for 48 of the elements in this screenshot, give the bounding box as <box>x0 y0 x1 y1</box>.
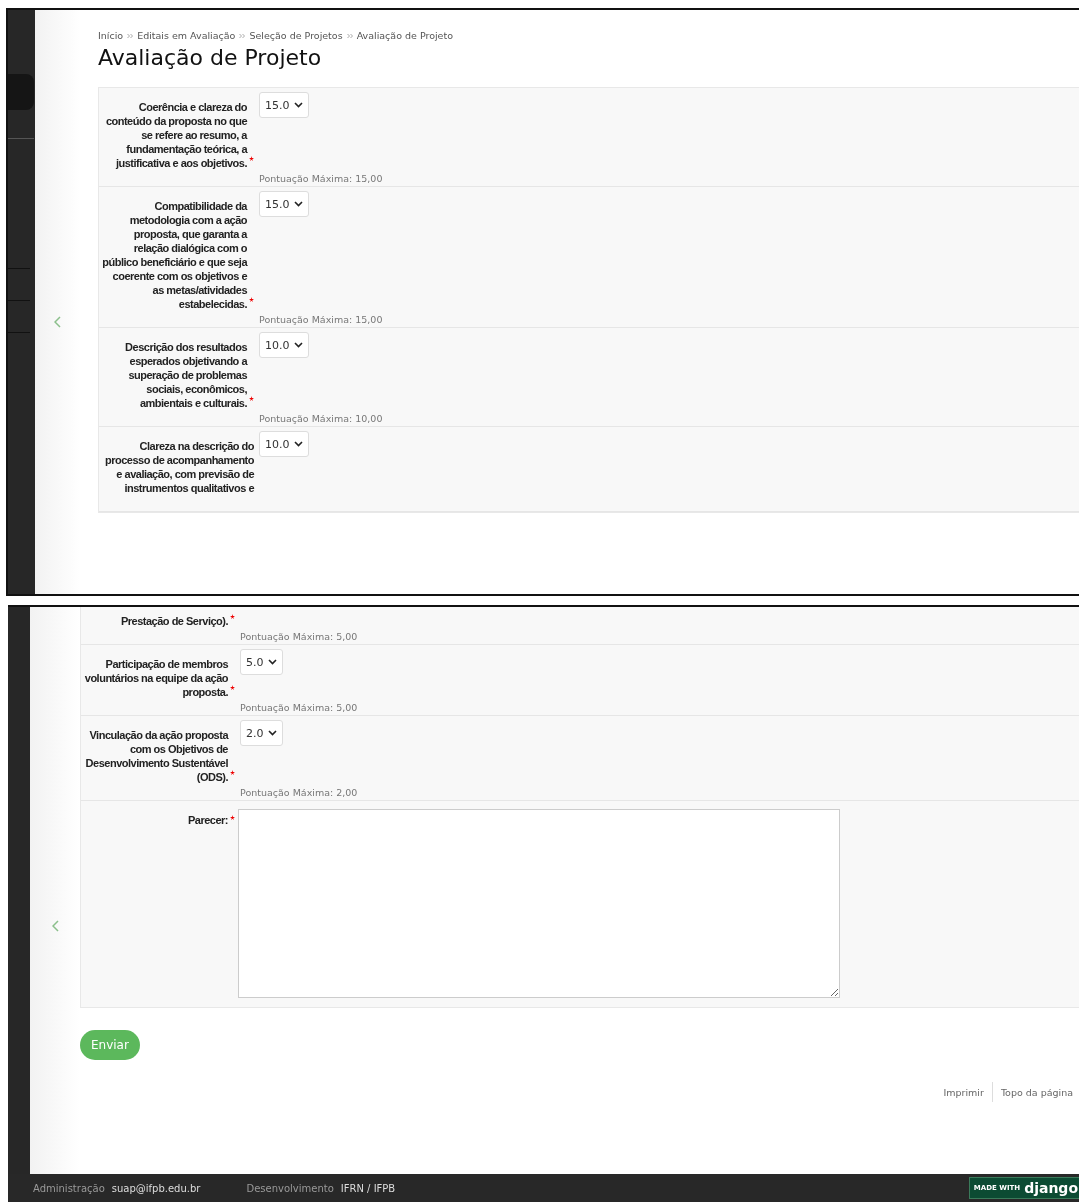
footer-value[interactable]: suap@ifpb.edu.br <box>111 1182 201 1194</box>
required-icon <box>249 297 254 302</box>
footer-label: Administração <box>33 1182 105 1194</box>
required-icon <box>230 685 235 690</box>
required-icon <box>249 396 254 401</box>
breadcrumb-link[interactable]: Seleção de Projetos <box>249 30 343 41</box>
required-icon <box>249 156 254 161</box>
max-score-text: Pontuação Máxima: 5,00 <box>240 702 358 713</box>
double-chevron-icon <box>239 32 246 39</box>
chevron-down-icon <box>293 342 303 348</box>
score-select[interactable]: 10.0 <box>259 431 309 457</box>
max-score-text: Pontuação Máxima: 15,00 <box>259 173 383 184</box>
footer-label: Desenvolvimento <box>246 1182 334 1194</box>
max-score-text: Pontuação Máxima: 5,00 <box>240 631 358 642</box>
chevron-down-icon <box>293 201 303 207</box>
field-label: Prestação de Serviço). <box>121 614 228 628</box>
double-chevron-icon <box>127 32 134 39</box>
breadcrumb-link[interactable]: Início <box>98 30 124 41</box>
score-select[interactable]: 5.0 <box>240 649 283 675</box>
chevron-down-icon <box>267 730 277 736</box>
chevron-left-icon[interactable] <box>54 316 61 328</box>
chevron-left-icon[interactable] <box>51 919 59 932</box>
page-title: Avaliação de Projeto <box>98 45 323 70</box>
field-label: Clareza na descrição do processo de acompanhamento e avaliação, com previsão de instrumentos qualitativos e <box>104 439 254 495</box>
field-label: Participação de membros voluntários na equipe da ação proposta. <box>83 657 228 699</box>
field-label: Descrição dos resultados esperados objetivando a superação de problemas sociais, econômicos, ambientais e culturais. <box>124 340 247 410</box>
double-chevron-icon <box>346 32 353 39</box>
score-select[interactable]: 10.0 <box>259 332 309 358</box>
chevron-down-icon <box>293 441 303 447</box>
required-icon <box>230 770 235 775</box>
field-label: Compatibilidade da metodologia com a ação proposta, que garanta a relação dialógica com o público beneficiário e que seja coerente com os objetivos e as metas/atividades estabelecidas. <box>101 199 247 311</box>
required-icon <box>230 815 235 820</box>
breadcrumb-link[interactable]: Editais em Avaliação <box>137 30 236 41</box>
field-label: Vinculação da ação proposta com os Objetivos de Desenvolvimento Sustentável (ODS). <box>84 728 228 784</box>
chevron-down-icon <box>293 102 303 108</box>
footer-value[interactable]: IFRN / IFPB <box>340 1182 396 1194</box>
required-icon <box>230 614 235 619</box>
max-score-text: Pontuação Máxima: 15,00 <box>259 314 383 325</box>
max-score-text: Pontuação Máxima: 2,00 <box>240 787 358 798</box>
score-select[interactable]: 15.0 <box>259 92 309 118</box>
page-link[interactable]: Topo da página <box>1000 1086 1073 1098</box>
score-select[interactable]: 2.0 <box>240 720 283 746</box>
score-select[interactable]: 15.0 <box>259 191 309 217</box>
field-label: Coerência e clareza do conteúdo da proposta no que se refere ao resumo, a fundamentação teórica, a justificativa e aos objetivos. <box>104 100 247 170</box>
field-label: Parecer: <box>187 813 228 827</box>
chevron-down-icon <box>267 659 277 665</box>
page-link[interactable]: Imprimir <box>943 1086 984 1098</box>
max-score-text: Pontuação Máxima: 10,00 <box>259 413 383 424</box>
